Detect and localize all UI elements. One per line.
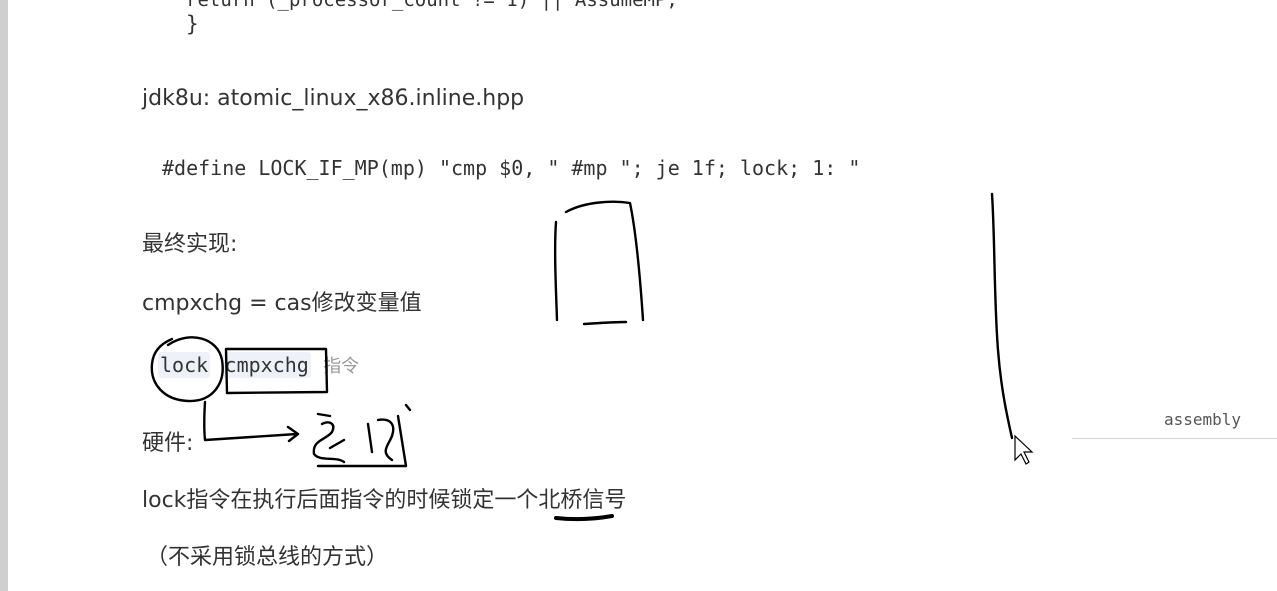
- no-bus-lock-note: （不采用锁总线的方式）: [146, 545, 389, 570]
- lock-cmpxchg-instruction: lock cmpxchg 指令: [158, 352, 359, 378]
- jdk-source-file-heading: jdk8u: atomic_linux_x86.inline.hpp: [142, 86, 525, 111]
- hardware-label: 硬件:: [142, 431, 194, 456]
- code-line-partial: return (_processor_count != 1) || Assume…: [186, 0, 678, 11]
- code-language-underline: [1072, 438, 1277, 439]
- code-language-tag[interactable]: assembly: [1164, 410, 1241, 429]
- instruction-suffix: 指令: [323, 356, 360, 376]
- lock-northbridge-description: lock指令在执行后面指令的时候锁定一个北桥信号: [142, 488, 627, 513]
- hand-drawn-box: [553, 200, 645, 326]
- cmpxchg-code-chip: cmpxchg: [222, 352, 311, 378]
- define-macro-code: #define LOCK_IF_MP(mp) "cmp $0, " #mp ";…: [162, 156, 861, 180]
- window-left-edge: [0, 0, 8, 591]
- code-closing-brace: }: [186, 12, 199, 36]
- hand-drawn-bus-characters: [312, 403, 412, 468]
- hand-drawn-vertical-line: [990, 192, 1014, 440]
- cmpxchg-description: cmpxchg = cas修改变量值: [142, 291, 422, 316]
- hand-drawn-arrow: [203, 400, 300, 443]
- final-implementation-label: 最终实现:: [142, 232, 238, 257]
- lock-code-chip: lock: [158, 352, 211, 378]
- hand-drawn-northbridge-underline: [554, 514, 614, 522]
- mouse-cursor-icon: [1014, 434, 1034, 465]
